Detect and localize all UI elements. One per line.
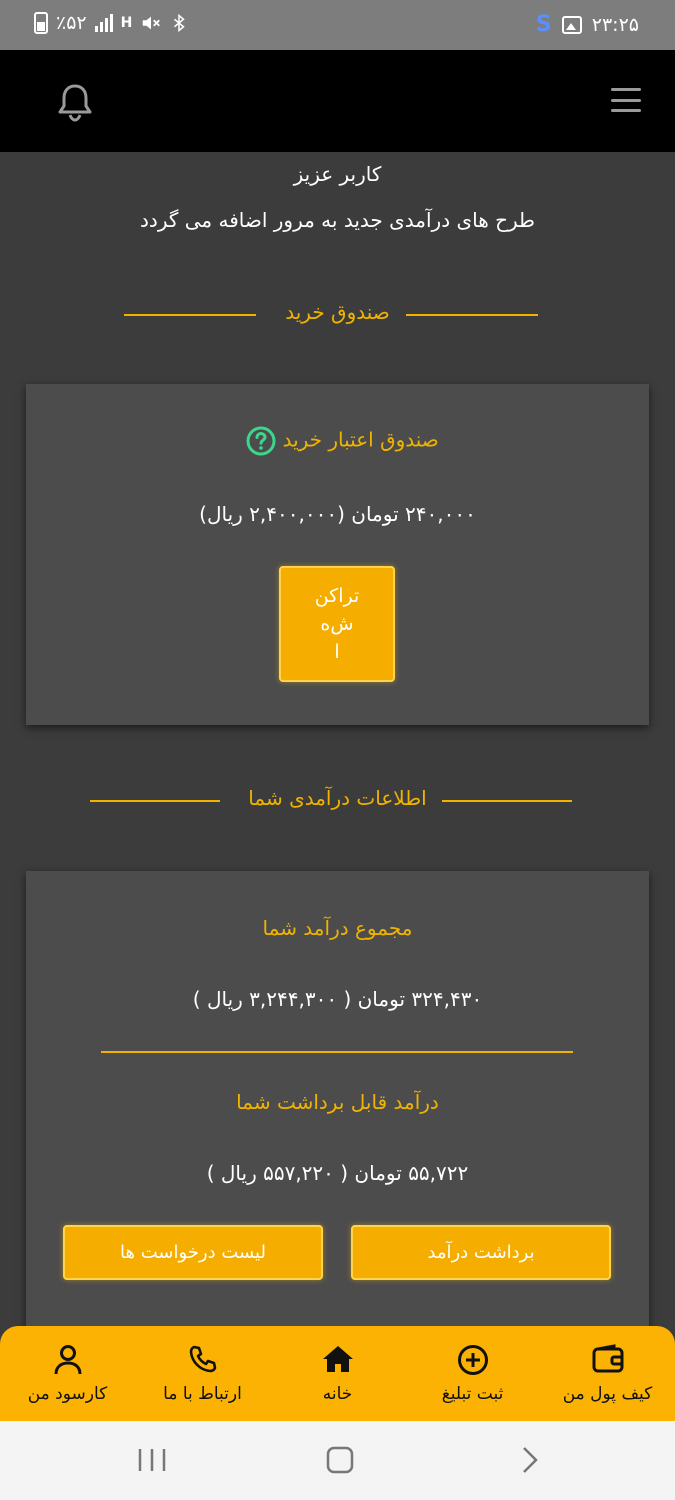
- withdrawable-income-amount: ۵۵,۷۲۲ تومان ( ۵۵۷,۲۲۰ ریال ): [206, 1161, 469, 1185]
- purchase-section-title: صندوق خرید: [285, 300, 390, 324]
- nav-label-wallet: کیف پول من: [562, 1384, 653, 1404]
- battery-icon: [34, 12, 48, 34]
- nav-item-profile[interactable]: کارسود من: [0, 1326, 135, 1421]
- nav-item-wallet[interactable]: کیف پول من: [540, 1326, 675, 1421]
- notifications-button[interactable]: [56, 82, 94, 122]
- recent-apps-icon: [138, 1449, 166, 1471]
- requests-list-button[interactable]: لیست درخواست ها: [63, 1225, 323, 1280]
- menu-icon-bar: [611, 109, 641, 112]
- menu-icon-bar: [611, 88, 641, 91]
- home-icon: [322, 1346, 353, 1372]
- home-square-icon: [326, 1446, 354, 1474]
- battery-percent: ٪۵۲: [56, 12, 87, 34]
- bottom-navigation: کیف پول من ثبت تبلیغ خانه ارتباط با ما ک…: [0, 1326, 675, 1421]
- purchase-card-title: صندوق اعتبار خرید: [282, 427, 439, 452]
- system-navigation-bar: [0, 1421, 675, 1500]
- status-bar: ٪۵۲ H S ۲۳:۲۵: [0, 0, 675, 50]
- withdrawable-income-title: درآمد قابل برداشت شما: [236, 1090, 439, 1114]
- phone-icon: [189, 1345, 216, 1373]
- transactions-label-line: ش‌ه: [320, 613, 354, 635]
- greeting-subtitle: طرح های درآمدی جدید به مرور اضافه می گرد…: [140, 208, 535, 232]
- nav-label-contact: ارتباط با ما: [163, 1384, 242, 1404]
- nav-label-home: خانه: [322, 1384, 353, 1404]
- status-left-group: ٪۵۲ H: [34, 12, 188, 34]
- recent-apps-button[interactable]: [112, 1421, 192, 1500]
- income-section-title: اطلاعات درآمدی شما: [248, 786, 427, 810]
- nav-label-profile: کارسود من: [27, 1384, 108, 1404]
- add-circle-icon: [457, 1345, 488, 1375]
- help-icon[interactable]: [246, 426, 276, 456]
- income-divider: [101, 1051, 573, 1053]
- nav-item-contact[interactable]: ارتباط با ما: [135, 1326, 270, 1421]
- nav-item-home[interactable]: خانه: [270, 1326, 405, 1421]
- purchase-credit-card: صندوق اعتبار خرید ۲۴۰,۰۰۰ تومان (۲,۴۰۰,۰…: [26, 384, 649, 725]
- purchase-credit-amount: ۲۴۰,۰۰۰ تومان (۲,۴۰۰,۰۰۰ ریال): [199, 502, 476, 526]
- nav-label-add-ad: ثبت تبلیغ: [441, 1384, 504, 1404]
- menu-button[interactable]: [611, 88, 641, 112]
- signal-icon: [94, 14, 113, 32]
- user-icon: [54, 1345, 81, 1375]
- menu-icon-bar: [611, 98, 641, 102]
- bluetooth-icon: [174, 13, 186, 33]
- network-type: H: [120, 15, 133, 31]
- purchase-section-heading: صندوق خرید: [0, 300, 675, 330]
- income-section-heading: اطلاعات درآمدی شما: [0, 786, 675, 816]
- bell-icon: [58, 84, 92, 122]
- wallet-icon: [592, 1344, 623, 1373]
- nav-item-add-ad[interactable]: ثبت تبلیغ: [405, 1326, 540, 1421]
- status-time: ۲۳:۲۵: [591, 13, 639, 36]
- transactions-label-line: تراکن: [314, 585, 360, 607]
- back-button[interactable]: [490, 1421, 570, 1500]
- gallery-notification-icon: [561, 15, 582, 34]
- home-system-button[interactable]: [300, 1421, 380, 1500]
- app-bar: [0, 50, 675, 152]
- transactions-label-line: ا: [334, 641, 340, 663]
- total-income-amount: ۳۲۴,۴۳۰ تومان ( ۳,۲۴۴,۳۰۰ ریال ): [192, 987, 483, 1011]
- greeting-title: کاربر عزیز: [293, 162, 382, 186]
- mute-icon: [143, 16, 161, 30]
- income-info-card: مجموع درآمد شما ۳۲۴,۴۳۰ تومان ( ۳,۲۴۴,۳۰…: [26, 871, 649, 1341]
- purchase-card-title-row: صندوق اعتبار خرید: [26, 426, 649, 456]
- total-income-title: مجموع درآمد شما: [262, 916, 413, 940]
- app-notification-icon: S: [535, 12, 552, 37]
- status-right-group: S ۲۳:۲۵: [536, 12, 639, 37]
- withdraw-income-button[interactable]: برداشت درآمد: [351, 1225, 611, 1280]
- chevron-right-icon: [523, 1447, 538, 1473]
- transactions-button[interactable]: تراکن ش‌ه ا: [279, 566, 395, 682]
